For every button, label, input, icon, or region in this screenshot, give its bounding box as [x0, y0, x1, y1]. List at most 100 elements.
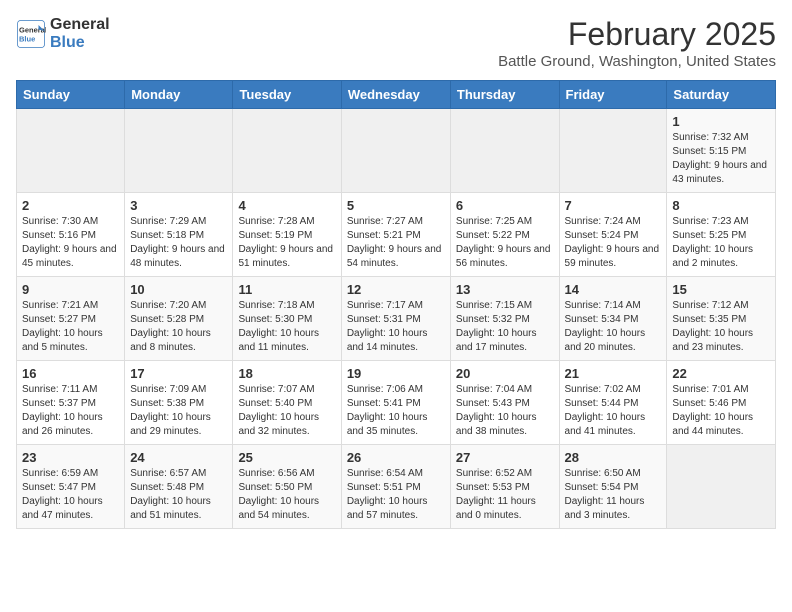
day-cell: 28 Sunrise: 6:50 AM Sunset: 5:54 PM Dayli… — [559, 445, 667, 529]
day-info: Sunrise: 7:18 AM Sunset: 5:30 PM Dayligh… — [238, 299, 335, 355]
week-row-2: 2 Sunrise: 7:30 AM Sunset: 5:16 PM Daylig… — [17, 193, 776, 277]
logo: General Blue General Blue — [16, 16, 110, 51]
weekday-header-monday: Monday — [125, 81, 233, 109]
day-cell: 4 Sunrise: 7:28 AM Sunset: 5:19 PM Daylig… — [233, 193, 341, 277]
day-cell: 24 Sunrise: 6:57 AM Sunset: 5:48 PM Dayli… — [125, 445, 233, 529]
day-info: Sunrise: 6:59 AM Sunset: 5:47 PM Dayligh… — [22, 467, 119, 523]
week-row-1: 1Sunrise: 7:32 AM Sunset: 5:15 PM Daylig… — [17, 109, 776, 193]
day-info: Sunrise: 7:17 AM Sunset: 5:31 PM Dayligh… — [347, 299, 445, 355]
day-cell: 22 Sunrise: 7:01 AM Sunset: 5:46 PM Dayli… — [667, 361, 776, 445]
day-info: Sunrise: 7:28 AM Sunset: 5:19 PM Dayligh… — [238, 215, 335, 271]
day-number: 7 — [565, 198, 662, 213]
day-info: Sunrise: 7:01 AM Sunset: 5:46 PM Dayligh… — [672, 383, 770, 439]
day-number: 22 — [672, 366, 770, 381]
day-number: 23 — [22, 450, 119, 465]
day-info: Sunrise: 6:56 AM Sunset: 5:50 PM Dayligh… — [238, 467, 335, 523]
day-number: 3 — [130, 198, 227, 213]
page-header: General Blue General Blue February 2025 … — [16, 16, 776, 70]
day-cell — [341, 109, 450, 193]
day-info: Sunrise: 7:24 AM Sunset: 5:24 PM Dayligh… — [565, 215, 662, 271]
title-block: February 2025 Battle Ground, Washington,… — [498, 16, 776, 70]
weekday-header-friday: Friday — [559, 81, 667, 109]
day-cell: 16Sunrise: 7:11 AM Sunset: 5:37 PM Dayli… — [17, 361, 125, 445]
day-cell: 26Sunrise: 6:54 AM Sunset: 5:51 PM Dayli… — [341, 445, 450, 529]
day-cell: 11 Sunrise: 7:18 AM Sunset: 5:30 PM Dayli… — [233, 277, 341, 361]
day-cell: 2 Sunrise: 7:30 AM Sunset: 5:16 PM Daylig… — [17, 193, 125, 277]
svg-text:Blue: Blue — [19, 34, 35, 43]
day-number: 19 — [347, 366, 445, 381]
day-info: Sunrise: 7:30 AM Sunset: 5:16 PM Dayligh… — [22, 215, 119, 271]
day-info: Sunrise: 7:04 AM Sunset: 5:43 PM Dayligh… — [456, 383, 554, 439]
location: Battle Ground, Washington, United States — [498, 53, 776, 70]
day-number: 20 — [456, 366, 554, 381]
day-info: Sunrise: 7:07 AM Sunset: 5:40 PM Dayligh… — [238, 383, 335, 439]
day-cell: 27 Sunrise: 6:52 AM Sunset: 5:53 PM Dayli… — [450, 445, 559, 529]
day-cell: 19 Sunrise: 7:06 AM Sunset: 5:41 PM Dayli… — [341, 361, 450, 445]
day-number: 2 — [22, 198, 119, 213]
day-cell: 3 Sunrise: 7:29 AM Sunset: 5:18 PM Daylig… — [125, 193, 233, 277]
day-number: 8 — [672, 198, 770, 213]
logo-icon: General Blue — [16, 19, 46, 49]
logo-line1: General — [50, 16, 110, 34]
day-info: Sunrise: 7:27 AM Sunset: 5:21 PM Dayligh… — [347, 215, 445, 271]
day-info: Sunrise: 7:09 AM Sunset: 5:38 PM Dayligh… — [130, 383, 227, 439]
weekday-header-thursday: Thursday — [450, 81, 559, 109]
day-info: Sunrise: 7:14 AM Sunset: 5:34 PM Dayligh… — [565, 299, 662, 355]
day-number: 12 — [347, 282, 445, 297]
day-info: Sunrise: 7:06 AM Sunset: 5:41 PM Dayligh… — [347, 383, 445, 439]
day-number: 6 — [456, 198, 554, 213]
weekday-header-wednesday: Wednesday — [341, 81, 450, 109]
logo-line2: Blue — [50, 34, 110, 52]
day-cell: 8Sunrise: 7:23 AM Sunset: 5:25 PM Daylig… — [667, 193, 776, 277]
day-info: Sunrise: 7:15 AM Sunset: 5:32 PM Dayligh… — [456, 299, 554, 355]
day-number: 5 — [347, 198, 445, 213]
day-cell: 13Sunrise: 7:15 AM Sunset: 5:32 PM Dayli… — [450, 277, 559, 361]
day-cell — [125, 109, 233, 193]
day-number: 9 — [22, 282, 119, 297]
day-cell: 15 Sunrise: 7:12 AM Sunset: 5:35 PM Dayli… — [667, 277, 776, 361]
day-number: 28 — [565, 450, 662, 465]
day-info: Sunrise: 7:21 AM Sunset: 5:27 PM Dayligh… — [22, 299, 119, 355]
weekday-header-tuesday: Tuesday — [233, 81, 341, 109]
day-info: Sunrise: 6:52 AM Sunset: 5:53 PM Dayligh… — [456, 467, 554, 523]
day-number: 11 — [238, 282, 335, 297]
day-info: Sunrise: 7:12 AM Sunset: 5:35 PM Dayligh… — [672, 299, 770, 355]
day-info: Sunrise: 7:02 AM Sunset: 5:44 PM Dayligh… — [565, 383, 662, 439]
month-title: February 2025 — [498, 16, 776, 53]
day-number: 27 — [456, 450, 554, 465]
day-number: 4 — [238, 198, 335, 213]
day-info: Sunrise: 6:50 AM Sunset: 5:54 PM Dayligh… — [565, 467, 662, 523]
day-info: Sunrise: 7:32 AM Sunset: 5:15 PM Dayligh… — [672, 131, 770, 187]
day-number: 24 — [130, 450, 227, 465]
day-cell: 1Sunrise: 7:32 AM Sunset: 5:15 PM Daylig… — [667, 109, 776, 193]
calendar-table: SundayMondayTuesdayWednesdayThursdayFrid… — [16, 80, 776, 529]
weekday-header-saturday: Saturday — [667, 81, 776, 109]
day-cell: 17 Sunrise: 7:09 AM Sunset: 5:38 PM Dayli… — [125, 361, 233, 445]
day-number: 17 — [130, 366, 227, 381]
day-number: 14 — [565, 282, 662, 297]
day-cell — [450, 109, 559, 193]
day-info: Sunrise: 6:57 AM Sunset: 5:48 PM Dayligh… — [130, 467, 227, 523]
day-info: Sunrise: 7:29 AM Sunset: 5:18 PM Dayligh… — [130, 215, 227, 271]
day-cell — [17, 109, 125, 193]
day-cell — [559, 109, 667, 193]
day-cell — [667, 445, 776, 529]
week-row-4: 16Sunrise: 7:11 AM Sunset: 5:37 PM Dayli… — [17, 361, 776, 445]
day-cell: 18Sunrise: 7:07 AM Sunset: 5:40 PM Dayli… — [233, 361, 341, 445]
weekday-header-row: SundayMondayTuesdayWednesdayThursdayFrid… — [17, 81, 776, 109]
day-number: 15 — [672, 282, 770, 297]
day-info: Sunrise: 6:54 AM Sunset: 5:51 PM Dayligh… — [347, 467, 445, 523]
day-cell: 25 Sunrise: 6:56 AM Sunset: 5:50 PM Dayli… — [233, 445, 341, 529]
day-number: 25 — [238, 450, 335, 465]
day-cell: 23 Sunrise: 6:59 AM Sunset: 5:47 PM Dayli… — [17, 445, 125, 529]
weekday-header-sunday: Sunday — [17, 81, 125, 109]
day-cell — [233, 109, 341, 193]
day-cell: 21 Sunrise: 7:02 AM Sunset: 5:44 PM Dayli… — [559, 361, 667, 445]
day-cell: 7 Sunrise: 7:24 AM Sunset: 5:24 PM Daylig… — [559, 193, 667, 277]
week-row-5: 23 Sunrise: 6:59 AM Sunset: 5:47 PM Dayli… — [17, 445, 776, 529]
week-row-3: 9 Sunrise: 7:21 AM Sunset: 5:27 PM Daylig… — [17, 277, 776, 361]
day-cell: 6Sunrise: 7:25 AM Sunset: 5:22 PM Daylig… — [450, 193, 559, 277]
day-cell: 9 Sunrise: 7:21 AM Sunset: 5:27 PM Daylig… — [17, 277, 125, 361]
day-number: 21 — [565, 366, 662, 381]
day-cell: 5 Sunrise: 7:27 AM Sunset: 5:21 PM Daylig… — [341, 193, 450, 277]
